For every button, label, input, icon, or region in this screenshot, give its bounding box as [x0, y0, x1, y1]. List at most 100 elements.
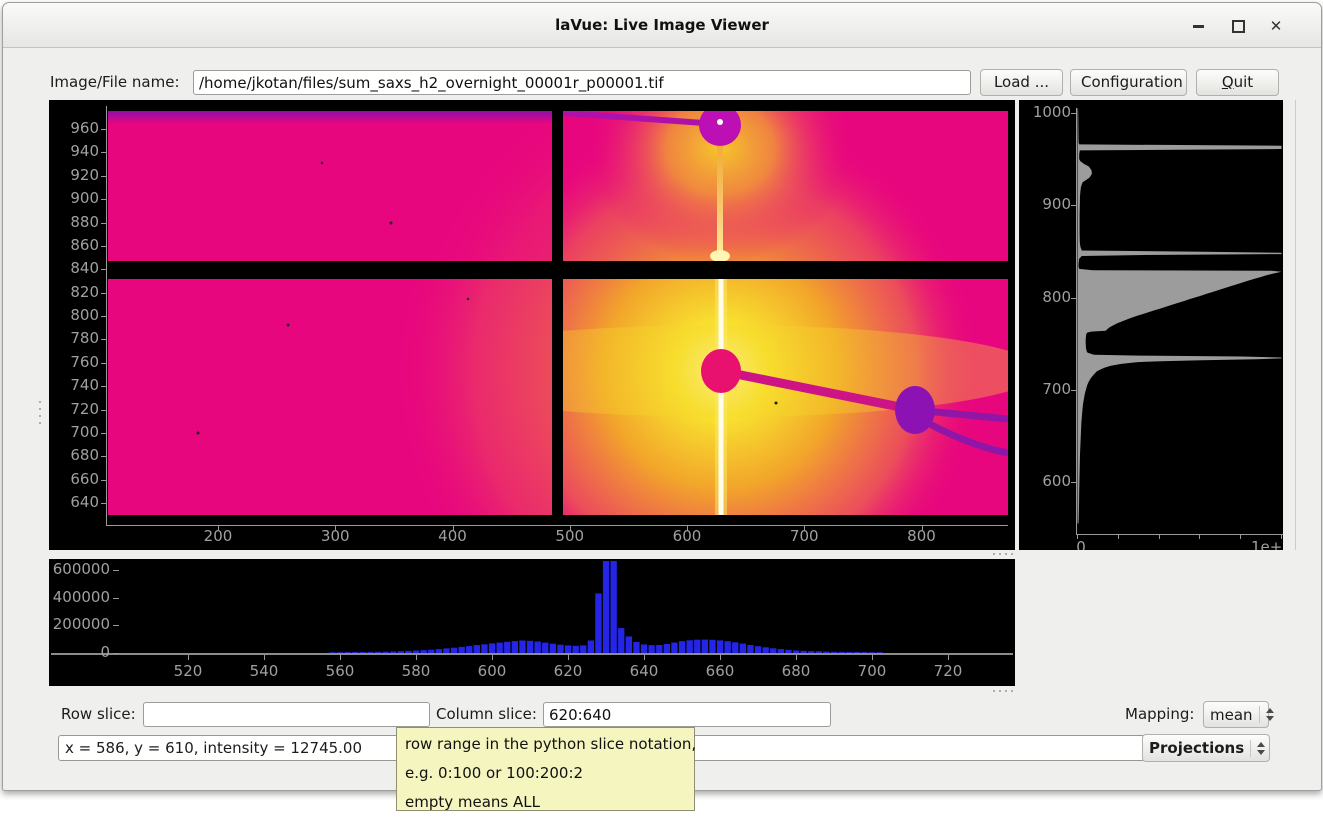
axis-tick-label: 200000 [50, 615, 110, 633]
x-tick [804, 525, 805, 531]
detector-image[interactable] [108, 103, 1008, 515]
mapping-label: Mapping: [1125, 701, 1194, 728]
column-slice-label: Column slice: [436, 701, 537, 728]
x-tick [416, 655, 417, 660]
axis-tick-label: 600 [1023, 472, 1071, 490]
axis-tick-label: 400000 [50, 588, 110, 606]
spinner-arrows-icon [1250, 740, 1265, 757]
axis-tick-label: 660 [695, 662, 745, 680]
axis-tick-label: 0 [50, 643, 110, 661]
maximize-button[interactable] [1227, 15, 1249, 37]
axis-tick-label: 900 [1023, 195, 1071, 213]
column-histogram-panel[interactable]: 0200000400000600000520540560580600620640… [49, 559, 1015, 686]
y-tick [101, 199, 107, 200]
y-tick [101, 269, 107, 270]
y-tick [101, 293, 107, 294]
load-button[interactable]: Load ... [980, 69, 1063, 96]
detector-image-svg [108, 103, 1008, 515]
x-tick [570, 525, 571, 531]
image-plot-panel[interactable]: 9609409209008808608408208007807607407207… [49, 100, 1015, 550]
file-name-input[interactable] [193, 70, 971, 95]
titlebar[interactable]: laVue: Live Image Viewer ✕ [3, 3, 1321, 48]
axis-tick-label: 600000 [50, 560, 110, 578]
axis-tick-label: 1e+0 [1251, 538, 1283, 550]
axis-tick-label: 660 [53, 470, 99, 488]
file-name-label: Image/File name: [50, 69, 180, 96]
column-slice-input[interactable] [543, 702, 831, 727]
y-tick [101, 386, 107, 387]
axis-tick-label: 920 [53, 166, 99, 184]
axis-tick-label: 860 [53, 236, 99, 254]
close-button[interactable]: ✕ [1265, 15, 1287, 37]
y-tick [1071, 298, 1077, 299]
close-icon: ✕ [1270, 17, 1283, 35]
y-tick [101, 152, 107, 153]
y-tick [101, 363, 107, 364]
app-window: laVue: Live Image Viewer ✕ Image/File na… [2, 2, 1322, 791]
x-tick [264, 655, 265, 660]
y-tick [1071, 113, 1077, 114]
axis-tick-label: 780 [53, 329, 99, 347]
y-tick [101, 480, 107, 481]
y-tick [113, 625, 119, 626]
x-tick [1199, 534, 1200, 539]
tooltip-line: e.g. 0:100 or 100:200:2 [405, 759, 686, 788]
row-slice-input[interactable] [143, 702, 430, 727]
configuration-button[interactable]: Configuration [1070, 69, 1187, 96]
axis-tick-label: 880 [53, 213, 99, 231]
x-tick [340, 655, 341, 660]
y-tick [101, 410, 107, 411]
y-tick [1071, 390, 1077, 391]
mapping-value: mean [1210, 706, 1253, 724]
axis-tick-label: 600 [467, 662, 517, 680]
x-tick [1077, 534, 1078, 539]
y-tick [101, 129, 107, 130]
y-tick [1071, 482, 1077, 483]
axis-tick-label: 1000 [1023, 103, 1071, 121]
y-tick [101, 316, 107, 317]
x-tick [1240, 534, 1241, 539]
x-tick [872, 655, 873, 660]
y-tick [101, 246, 107, 247]
row-profile-panel[interactable]: 100090080070060001e+0 [1019, 100, 1283, 550]
quit-button[interactable]: Quit [1196, 69, 1279, 96]
x-tick [453, 525, 454, 531]
x-tick [1118, 534, 1119, 539]
row-slice-label: Row slice: [61, 701, 136, 728]
y-tick [101, 456, 107, 457]
x-tick [948, 655, 949, 660]
spinner-arrows-icon [1259, 706, 1274, 723]
y-tick [101, 433, 107, 434]
axis-tick-label: 740 [53, 376, 99, 394]
axis-tick-label: 620 [543, 662, 593, 680]
x-tick [796, 655, 797, 660]
x-tick [568, 655, 569, 660]
minimize-icon [1193, 25, 1204, 28]
mapping-combobox[interactable]: mean [1203, 701, 1269, 728]
axis-tick-label: 700 [1023, 380, 1071, 398]
axis-tick-label: 700 [847, 662, 897, 680]
x-tick [644, 655, 645, 660]
projections-value: Projections [1149, 739, 1244, 757]
axis-tick-label: 680 [771, 662, 821, 680]
maximize-icon [1232, 20, 1245, 33]
axis-tick-label: 680 [53, 446, 99, 464]
axis-tick-label: 800 [53, 306, 99, 324]
splitter-right[interactable] [1295, 100, 1296, 550]
axis-tick-label: 760 [53, 353, 99, 371]
column-histogram-svg [123, 560, 1013, 653]
y-tick [101, 223, 107, 224]
minimize-button[interactable] [1187, 15, 1209, 37]
x-tick [687, 525, 688, 531]
x-tick [492, 655, 493, 660]
y-tick [101, 503, 107, 504]
x-tick [1281, 534, 1282, 539]
x-tick [218, 525, 219, 531]
y-tick [113, 570, 119, 571]
x-tick [922, 525, 923, 531]
axis-tick-label: 640 [619, 662, 669, 680]
projections-combobox[interactable]: Projections [1142, 734, 1270, 762]
axis-tick-label: 580 [391, 662, 441, 680]
axis-tick-label: 0 [1071, 538, 1091, 550]
y-tick [101, 339, 107, 340]
